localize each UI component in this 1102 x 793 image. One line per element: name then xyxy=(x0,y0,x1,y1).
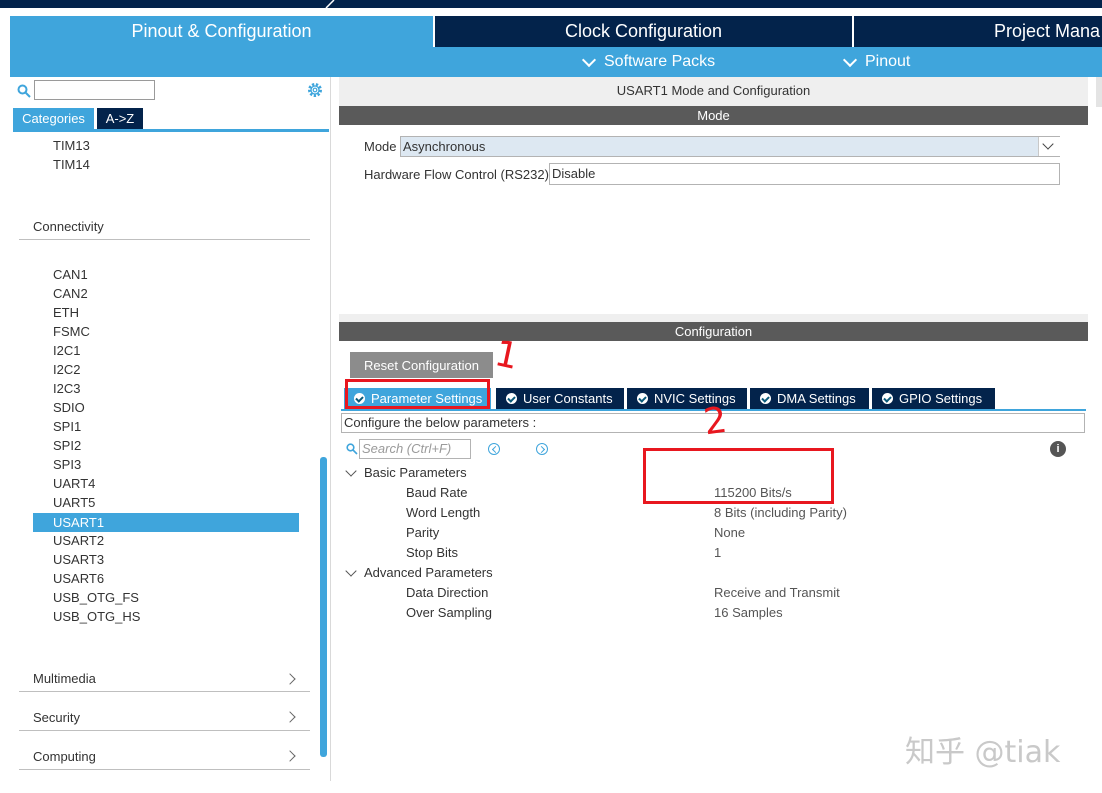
section-security[interactable]: Security xyxy=(33,708,80,728)
tree-item-i2c3[interactable]: I2C3 xyxy=(53,379,80,398)
component-search-input[interactable] xyxy=(34,80,155,100)
software-packs-label: Software Packs xyxy=(604,53,716,70)
param-name-stop-bits: Stop Bits xyxy=(406,545,459,560)
param-name-word-length: Word Length xyxy=(406,505,481,520)
check-circle-icon xyxy=(760,393,771,404)
tree-item-usart3[interactable]: USART3 xyxy=(53,550,104,569)
watermark: 知乎 @tiak xyxy=(905,735,1061,770)
section-computing[interactable]: Computing xyxy=(33,747,96,767)
section-connectivity[interactable]: Connectivity xyxy=(33,217,104,237)
panel-title: USART1 Mode and Configuration xyxy=(616,83,811,98)
tree-item-can1[interactable]: CAN1 xyxy=(53,265,88,284)
tree-item-i2c1[interactable]: I2C1 xyxy=(53,341,80,360)
tree-item-usb-otg-fs[interactable]: USB_OTG_FS xyxy=(53,588,139,607)
param-value-stop-bits[interactable]: 1 xyxy=(714,543,721,563)
tree-item-sdio[interactable]: SDIO xyxy=(53,398,85,417)
group-basic-parameters[interactable]: Basic Parameters xyxy=(364,463,467,483)
tree-item-i2c2[interactable]: I2C2 xyxy=(53,360,80,379)
tab-label: DMA Settings xyxy=(777,391,856,406)
hardware-flow-control-label: Hardware Flow Control (RS232) xyxy=(364,167,549,182)
tab-a-to-z[interactable]: A->Z xyxy=(97,108,143,129)
tab-gpio-settings[interactable]: GPIO Settings xyxy=(872,388,995,409)
pinout-label: Pinout xyxy=(865,53,911,70)
chevron-left-icon xyxy=(491,445,499,453)
check-circle-icon xyxy=(506,393,517,404)
param-name-data-direction: Data Direction xyxy=(406,585,489,600)
param-value-parity[interactable]: None xyxy=(714,523,745,543)
param-value-over-sampling[interactable]: 16 Samples xyxy=(714,603,783,623)
mode-section-header: Mode xyxy=(339,106,1088,125)
section-divider xyxy=(19,730,310,731)
panel-edge xyxy=(1096,77,1102,107)
configuration-section-header: Configuration xyxy=(339,322,1088,341)
mode-select[interactable]: Asynchronous xyxy=(400,136,1060,157)
annotation-mark-2: 2 xyxy=(701,399,730,444)
tab-categories[interactable]: Categories xyxy=(13,108,94,129)
param-name-over-sampling: Over Sampling xyxy=(406,605,492,620)
top-strip xyxy=(0,0,1102,8)
tab-underline xyxy=(13,129,329,132)
chevron-down-icon xyxy=(842,52,858,67)
tree-item-fsmc[interactable]: FSMC xyxy=(53,322,90,341)
param-name-baud-rate: Baud Rate xyxy=(406,485,468,500)
tree-item-tim14[interactable]: TIM14 xyxy=(53,155,90,174)
tree-item-usart1[interactable]: USART1 xyxy=(53,513,104,532)
tab-dma-settings[interactable]: DMA Settings xyxy=(750,388,869,409)
chevron-down-icon xyxy=(581,52,597,67)
tree-item-usart6[interactable]: USART6 xyxy=(53,569,104,588)
search-icon xyxy=(17,84,31,98)
check-circle-icon xyxy=(882,393,893,404)
annotation-box-parameter-settings xyxy=(345,379,490,409)
tab-pinout-configuration[interactable]: Pinout & Configuration xyxy=(10,16,433,47)
tab-label: GPIO Settings xyxy=(899,391,983,406)
pinout-menu[interactable]: Pinout xyxy=(842,52,911,72)
tree-item-usb-otg-hs[interactable]: USB_OTG_HS xyxy=(53,607,140,626)
check-circle-icon xyxy=(637,393,648,404)
param-value-word-length[interactable]: 8 Bits (including Parity) xyxy=(714,503,847,523)
tree-item-eth[interactable]: ETH xyxy=(53,303,79,322)
sub-toolbar xyxy=(10,47,1102,77)
hardware-flow-control-select[interactable]: Disable xyxy=(549,163,1060,185)
section-multimedia[interactable]: Multimedia xyxy=(33,669,96,689)
annotation-box-baud-rate xyxy=(643,448,834,504)
tree-item-spi2[interactable]: SPI2 xyxy=(53,436,81,455)
reset-configuration-button[interactable]: Reset Configuration xyxy=(350,352,493,378)
param-value-data-direction[interactable]: Receive and Transmit xyxy=(714,583,840,603)
tab-label: User Constants xyxy=(523,391,613,406)
section-divider xyxy=(19,691,310,692)
previous-match-button[interactable] xyxy=(488,443,500,455)
section-divider xyxy=(19,239,310,240)
tree-item-tim13[interactable]: TIM13 xyxy=(53,136,90,155)
parameter-search-input[interactable]: Search (Ctrl+F) xyxy=(359,439,471,459)
software-packs-menu[interactable]: Software Packs xyxy=(581,52,716,72)
tab-user-constants[interactable]: User Constants xyxy=(496,388,624,409)
tab-nvic-settings[interactable]: NVIC Settings xyxy=(627,388,747,409)
tab-clock-configuration[interactable]: Clock Configuration xyxy=(435,16,852,47)
tree-item-spi1[interactable]: SPI1 xyxy=(53,417,81,436)
mode-label: Mode xyxy=(364,139,397,154)
sidebar-scrollbar[interactable] xyxy=(320,457,327,757)
next-match-button[interactable] xyxy=(536,443,548,455)
search-icon xyxy=(346,443,358,455)
tree-item-uart4[interactable]: UART4 xyxy=(53,474,95,493)
tree-item-uart5[interactable]: UART5 xyxy=(53,493,95,512)
gear-icon[interactable] xyxy=(306,81,324,99)
strip-accent-line xyxy=(325,0,335,8)
param-name-parity: Parity xyxy=(406,525,440,540)
chevron-right-icon xyxy=(537,445,546,453)
section-divider xyxy=(19,769,310,770)
tree-item-spi3[interactable]: SPI3 xyxy=(53,455,81,474)
tree-item-can2[interactable]: CAN2 xyxy=(53,284,88,303)
info-icon[interactable]: i xyxy=(1050,441,1066,457)
tree-item-usart2[interactable]: USART2 xyxy=(53,531,104,550)
tab-project-manager[interactable]: Project Mana xyxy=(854,16,1102,47)
group-advanced-parameters[interactable]: Advanced Parameters xyxy=(364,563,493,583)
